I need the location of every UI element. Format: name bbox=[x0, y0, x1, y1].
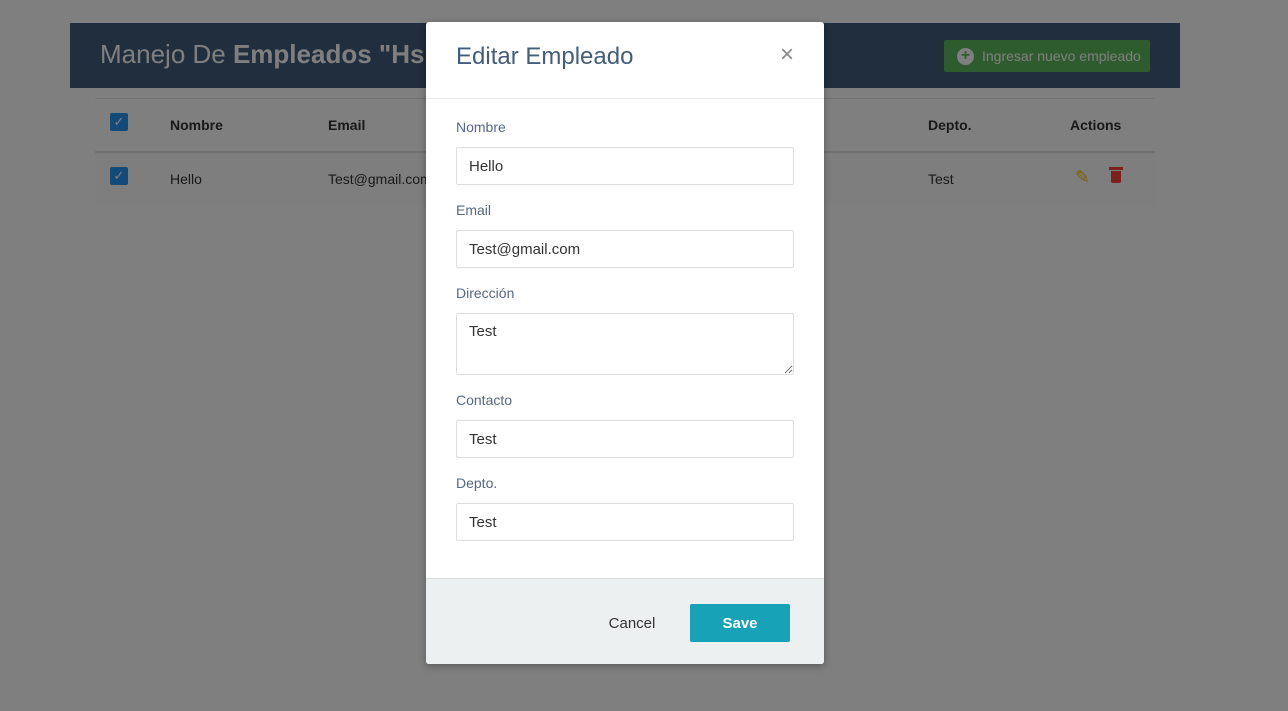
field-direccion: Dirección Test bbox=[456, 285, 794, 375]
field-direccion-label: Dirección bbox=[456, 285, 515, 301]
modal-title: Editar Empleado bbox=[456, 43, 634, 70]
field-depto-label: Depto. bbox=[456, 475, 498, 491]
modal-header: Editar Empleado × bbox=[426, 22, 824, 99]
field-email: Email bbox=[456, 202, 794, 268]
field-contacto: Contacto bbox=[456, 392, 794, 458]
nombre-input[interactable] bbox=[456, 147, 794, 185]
contacto-input[interactable] bbox=[456, 420, 794, 458]
field-nombre-label: Nombre bbox=[456, 119, 506, 135]
field-depto: Depto. bbox=[456, 475, 794, 541]
field-nombre: Nombre bbox=[456, 119, 794, 185]
save-button[interactable]: Save bbox=[690, 604, 790, 642]
modal-footer: Cancel Save bbox=[426, 578, 824, 664]
close-icon[interactable]: × bbox=[776, 42, 798, 68]
field-email-label: Email bbox=[456, 202, 492, 218]
email-input[interactable] bbox=[456, 230, 794, 268]
cancel-button[interactable]: Cancel bbox=[592, 604, 672, 642]
edit-employee-modal: Editar Empleado × Nombre Email Dirección… bbox=[426, 22, 824, 664]
depto-input[interactable] bbox=[456, 503, 794, 541]
field-contacto-label: Contacto bbox=[456, 392, 513, 408]
direccion-textarea[interactable]: Test bbox=[456, 313, 794, 375]
